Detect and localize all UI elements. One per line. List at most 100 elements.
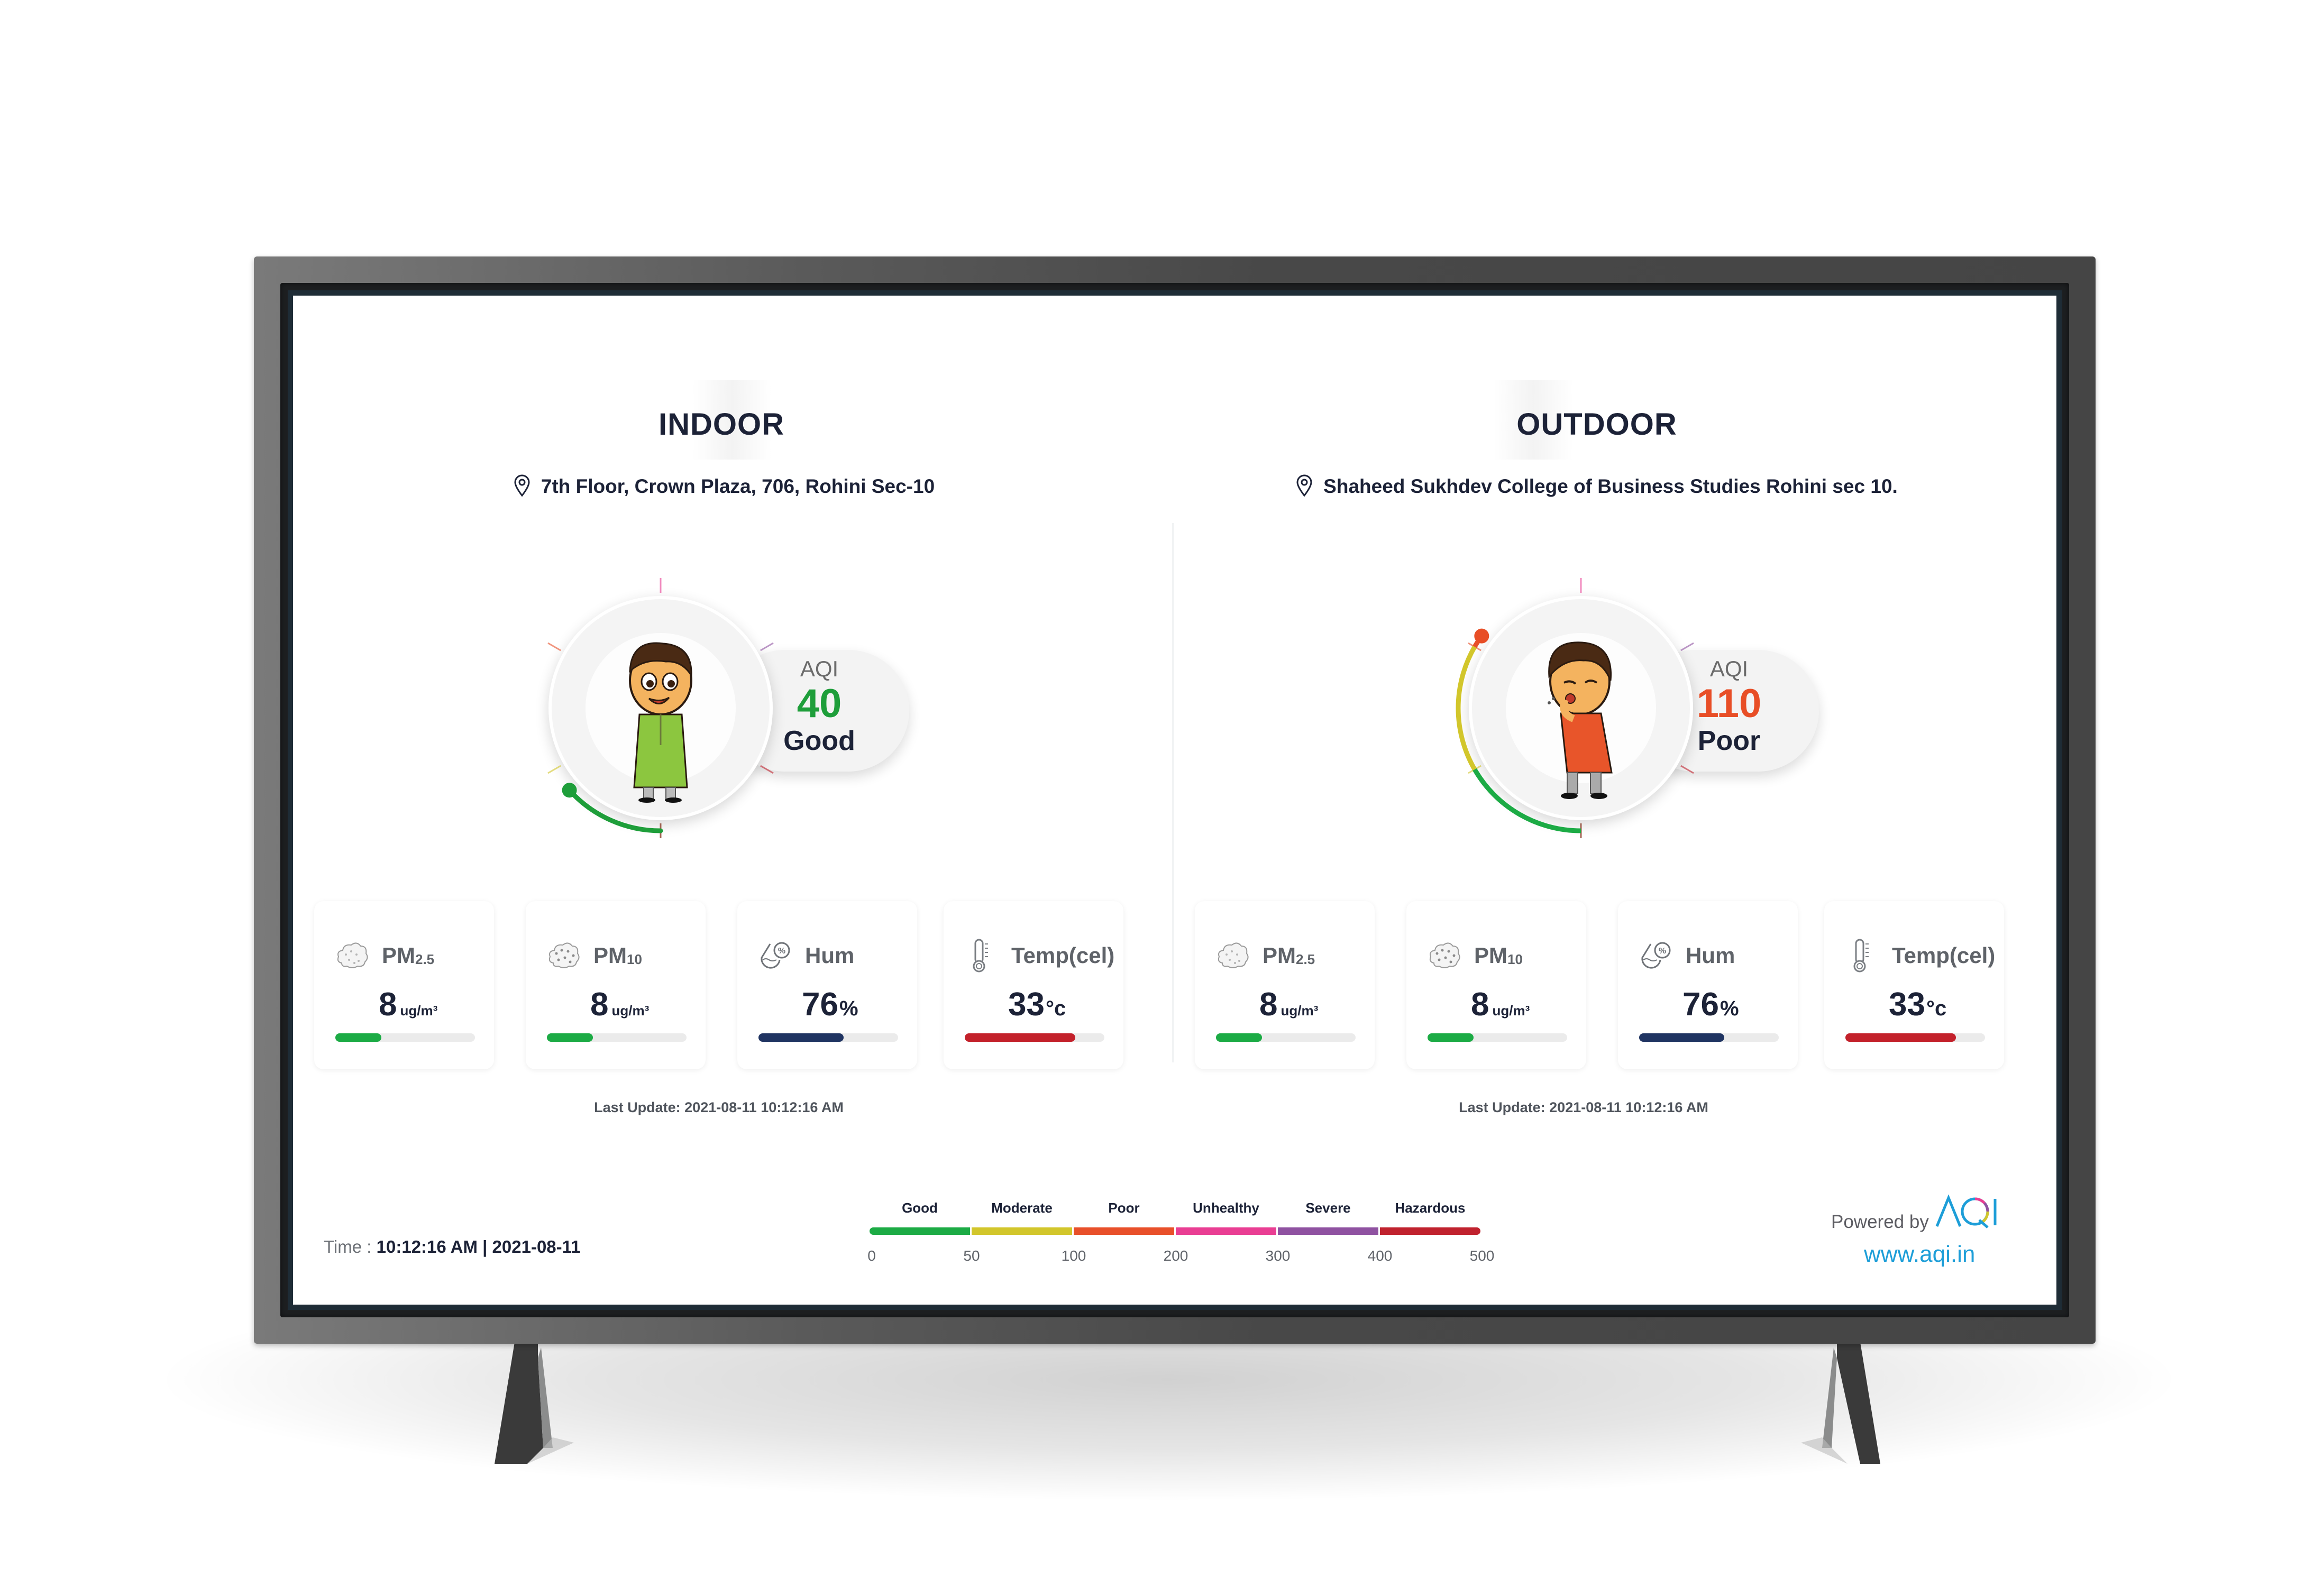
indoor-metric-cards: PM2.5 8 ug/m³ PM10 8 ug/m³% Hum 76% Temp(cel) 33°… [314, 901, 1160, 1081]
metric-value: 8 ug/m³ [1259, 986, 1318, 1023]
metric-label-text: PM [382, 943, 415, 968]
card-header: Temp(cel) [1845, 937, 1995, 974]
scale-segment [1074, 1227, 1174, 1235]
tv-bezel: INDOOR 7th Floor, Crown Plaza, 706, Rohi… [280, 283, 2069, 1317]
scale-category-label: Moderate [991, 1200, 1053, 1216]
metric-number: 8 [1259, 986, 1278, 1023]
metric-card-humidity: % Hum 76% [737, 901, 917, 1069]
metric-unit: ug/m³ [1281, 1003, 1319, 1019]
location-text: Shaheed Sukhdev College of Business Stud… [1323, 475, 1898, 497]
metric-label-text: PM [1263, 943, 1296, 968]
aqi-readout: AQI 40 Good [751, 655, 888, 757]
powered-by: Powered by www.aqi.in [1824, 1189, 2035, 1274]
metric-progress-fill [547, 1033, 593, 1042]
metric-label-subscript: 10 [1507, 951, 1523, 967]
website-link[interactable]: www.aqi.in [1864, 1241, 1975, 1268]
metric-progress-bar [547, 1033, 687, 1042]
scale-segment [870, 1227, 970, 1235]
outdoor-location: Shaheed Sukhdev College of Business Stud… [1139, 474, 2054, 499]
gauge-tick [1680, 642, 1694, 652]
metric-label-text: Temp(cel) [1011, 943, 1115, 968]
metric-unit: % [1720, 997, 1739, 1020]
location-pin-icon [1296, 474, 1313, 497]
scale-segment [1380, 1227, 1480, 1235]
tv-frame: INDOOR 7th Floor, Crown Plaza, 706, Rohi… [254, 256, 2096, 1344]
gauge-tick [547, 642, 561, 652]
metric-unit: % [839, 997, 858, 1020]
metric-value: 8 ug/m³ [590, 986, 649, 1023]
metric-number: 33 [1889, 986, 1925, 1023]
pm10-cloud-icon [1428, 939, 1461, 973]
metric-number: 33 [1008, 986, 1045, 1023]
outdoor-last-update: Last Update: 2021-08-11 10:12:16 AM [1459, 1099, 1708, 1115]
metric-number: 8 [379, 986, 397, 1023]
metric-progress-bar [1639, 1033, 1779, 1042]
metric-value: 33°c [1008, 986, 1066, 1023]
card-header: PM10 [547, 937, 642, 974]
location-pin-icon [514, 474, 531, 497]
humidity-icon: % [1639, 939, 1673, 973]
aqi-value: 110 [1696, 681, 1762, 726]
metric-label-text: Temp(cel) [1892, 943, 1996, 968]
metric-label: PM2.5 [382, 943, 434, 968]
scale-tick-label: 100 [1061, 1248, 1086, 1264]
powered-by-text: Powered by [1831, 1212, 1929, 1232]
card-header: % Hum [1639, 937, 1735, 974]
aqi-logo-icon[interactable] [1935, 1194, 2004, 1231]
aqi-scale-legend: Good Moderate Poor Unhealthy Severe Hazardous… [867, 1200, 1494, 1274]
metric-label-subscript: 2.5 [1296, 951, 1315, 967]
metric-number: 76 [802, 986, 838, 1023]
outdoor-title: OUTDOOR [1516, 407, 1677, 442]
metric-progress-bar [1845, 1033, 1985, 1042]
scale-tick-label: 500 [1469, 1248, 1495, 1264]
scale-tick-label: 0 [867, 1248, 876, 1264]
metric-label-subscript: 10 [627, 951, 642, 967]
metric-label: Temp(cel) [1892, 943, 1995, 968]
metric-card-pm10: PM10 8 ug/m³ [526, 901, 706, 1069]
gauge-tick [547, 765, 561, 774]
scale-tick-label: 200 [1163, 1248, 1188, 1264]
metric-progress-fill [1845, 1033, 1956, 1042]
metric-label-text: Hum [805, 943, 855, 968]
metric-progress-fill [1216, 1033, 1263, 1042]
metric-value: 8 ug/m³ [379, 986, 437, 1023]
scale-category-label: Good [902, 1200, 938, 1216]
metric-progress-bar [965, 1033, 1104, 1042]
metric-value: 76% [802, 986, 858, 1023]
dashboard-screen: INDOOR 7th Floor, Crown Plaza, 706, Rohi… [293, 296, 2056, 1305]
scale-segment [1278, 1227, 1378, 1235]
aqi-status: Poor [1697, 726, 1761, 756]
metric-label-text: PM [593, 943, 627, 968]
gauge-tick [760, 642, 774, 652]
current-time: Time : 10:12:16 AM | 2021-08-11 [324, 1237, 581, 1257]
card-header: PM10 [1428, 937, 1523, 974]
metric-number: 8 [590, 986, 609, 1023]
metric-progress-fill [965, 1033, 1075, 1042]
thermometer-icon [1845, 939, 1879, 973]
svg-text:%: % [778, 947, 785, 956]
metric-card-pm10: PM10 8 ug/m³ [1406, 901, 1586, 1069]
scale-category-label: Severe [1305, 1200, 1351, 1216]
card-header: % Hum [758, 937, 854, 974]
metric-label: Hum [805, 943, 854, 968]
metric-label: PM2.5 [1263, 943, 1315, 968]
gauge-knob [1474, 628, 1489, 644]
metric-card-pm25: PM2.5 8 ug/m³ [314, 901, 494, 1069]
metric-unit: °c [1926, 997, 1947, 1020]
metric-unit: °c [1045, 997, 1066, 1020]
outdoor-metric-cards: PM2.5 8 ug/m³ PM10 8 ug/m³% Hum 76% Temp(cel) 33°… [1195, 901, 2041, 1081]
metric-progress-fill [335, 1033, 382, 1042]
scale-tick-label: 50 [963, 1248, 980, 1264]
scale-tick-label: 400 [1367, 1248, 1393, 1264]
card-header: PM2.5 [1216, 937, 1315, 974]
metric-label: Hum [1686, 943, 1735, 968]
metric-value: 8 ug/m³ [1471, 986, 1530, 1023]
panel-divider [1172, 523, 1174, 1062]
indoor-aqi-gauge: AQI 40 Good [523, 571, 978, 846]
aqi-readout: AQI 110 Poor [1660, 655, 1798, 757]
metric-progress-bar [758, 1033, 898, 1042]
metric-progress-bar [1428, 1033, 1567, 1042]
indoor-last-update: Last Update: 2021-08-11 10:12:16 AM [594, 1099, 844, 1115]
metric-unit: ug/m³ [1492, 1003, 1530, 1019]
gauge-tick [1680, 765, 1694, 774]
